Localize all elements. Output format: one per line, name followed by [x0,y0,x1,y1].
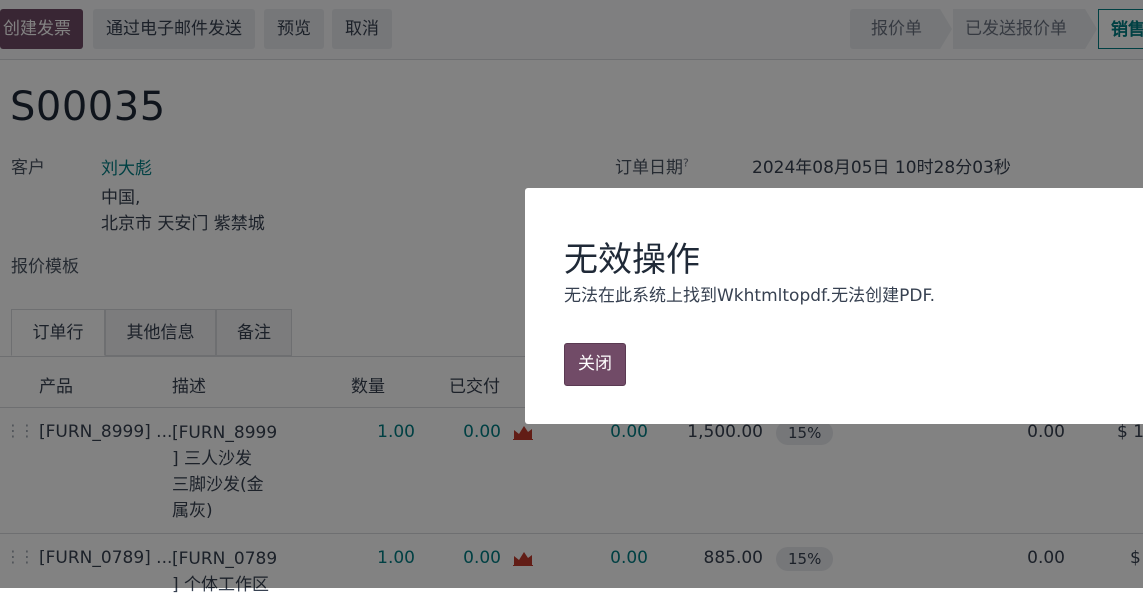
dialog-message: 无法在此系统上找到Wkhtmltopdf.无法创建PDF. [564,286,935,306]
dialog-title: 无效操作 [564,240,700,280]
close-button[interactable]: 关闭 [564,343,626,386]
error-dialog: 无效操作 无法在此系统上找到Wkhtmltopdf.无法创建PDF. 关闭 [525,188,1143,424]
